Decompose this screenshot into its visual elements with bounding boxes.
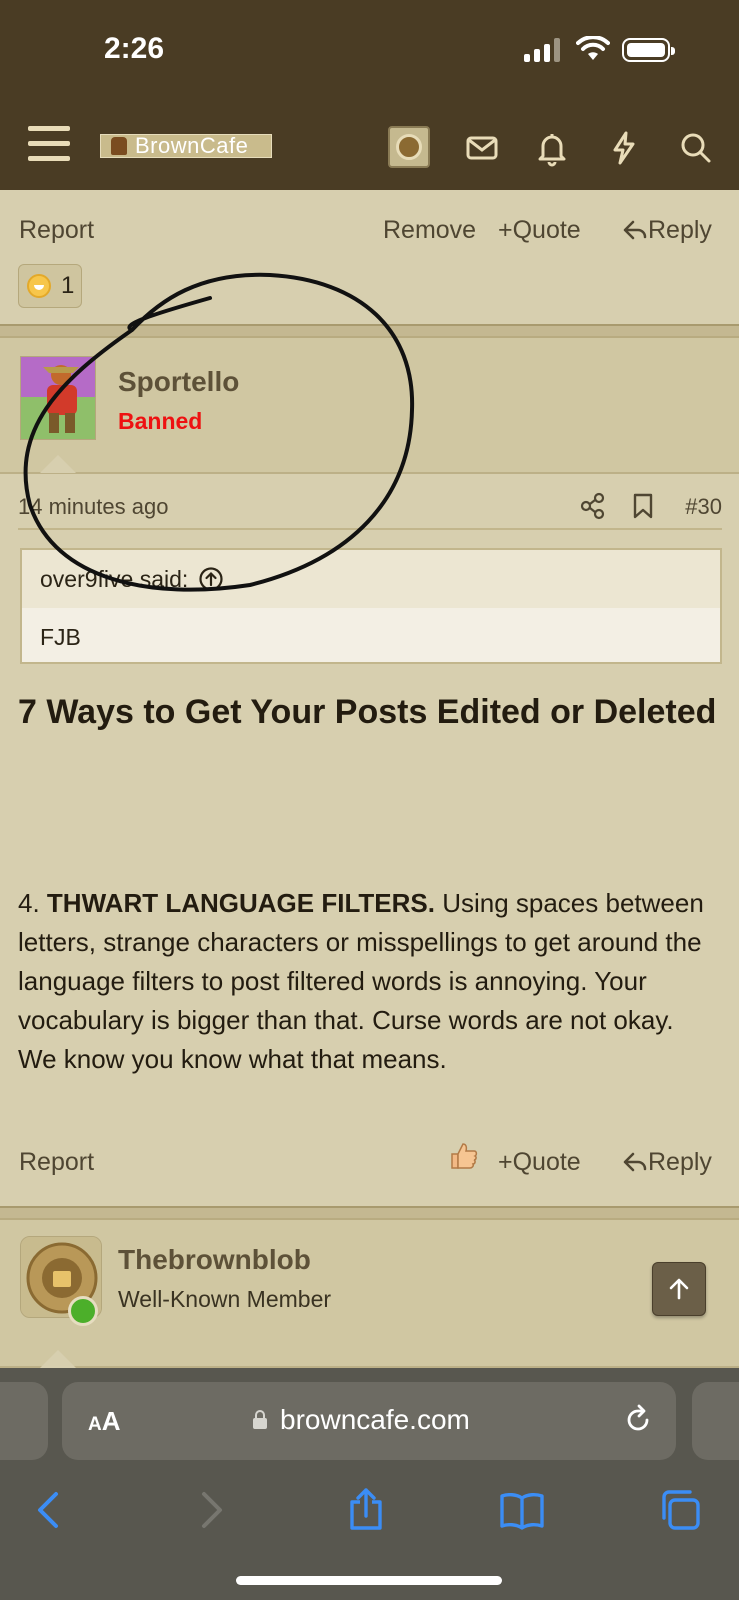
quote-block: over9five said: FJB (20, 548, 722, 664)
user-title: Banned (118, 408, 203, 434)
report-link[interactable]: Report (19, 1148, 94, 1177)
text-size-button[interactable]: AA (88, 1406, 121, 1437)
reply-icon (623, 220, 647, 240)
arrow-up-icon (669, 1278, 689, 1300)
home-indicator (236, 1576, 502, 1585)
battery-icon (622, 38, 675, 62)
tabs-icon[interactable] (656, 1486, 704, 1534)
reply-link[interactable]: Reply (622, 1148, 712, 1177)
account-avatar[interactable] (388, 126, 430, 168)
user-avatar[interactable] (20, 356, 96, 440)
report-link[interactable]: Report (19, 216, 94, 245)
user-title: Well-Known Member (118, 1286, 332, 1312)
scroll-to-top-button[interactable] (652, 1262, 706, 1316)
username[interactable]: Sportello (118, 366, 239, 398)
plus-icon: + (498, 216, 513, 244)
next-post-user-block: Thebrownblob Well-Known Member (0, 1220, 739, 1368)
reaction-count: 1 (61, 272, 75, 299)
post-divider (0, 1206, 739, 1220)
previous-post-actions: Report Remove +Quote Reply (0, 216, 739, 256)
share-icon[interactable] (580, 492, 606, 520)
user-block-pointer (40, 455, 76, 473)
post-heading: 7 Ways to Get Your Posts Edited or Delet… (18, 693, 717, 731)
site-logo[interactable]: BrownCafe (100, 133, 272, 158)
inbox-icon[interactable] (462, 128, 502, 168)
bookmark-icon[interactable] (632, 492, 654, 520)
post-actions: Report +Quote Reply (0, 1143, 739, 1188)
browser-toolbar: AA browncafe.com (0, 1368, 739, 1600)
quote-label: Quote (512, 1148, 581, 1176)
forward-icon[interactable] (186, 1486, 234, 1534)
bookmarks-icon[interactable] (498, 1486, 546, 1534)
post-number[interactable]: #30 (685, 494, 722, 520)
post-meta: 14 minutes ago #30 (18, 492, 722, 530)
search-icon[interactable] (676, 128, 716, 168)
cellular-signal-icon (524, 38, 562, 62)
next-tab[interactable] (692, 1382, 739, 1460)
post-user-block: Sportello Banned (0, 338, 739, 474)
text-size-large: A (101, 1406, 121, 1436)
reload-icon[interactable] (622, 1404, 654, 1436)
quote-label: Quote (512, 216, 581, 244)
wifi-icon (576, 36, 610, 60)
address-host: browncafe.com (280, 1404, 470, 1435)
status-time: 2:26 (104, 32, 165, 65)
text-size-small: A (88, 1414, 102, 1435)
quote-link[interactable]: +Quote (498, 216, 581, 245)
arrow-up-circle-icon (199, 567, 223, 591)
rule-number: 4. (18, 888, 47, 918)
online-status-icon (68, 1296, 98, 1326)
site-logo-text: BrownCafe (135, 133, 249, 158)
reply-link[interactable]: Reply (622, 216, 712, 245)
address-bar[interactable]: AA browncafe.com (62, 1382, 676, 1460)
menu-icon[interactable] (28, 126, 70, 162)
laugh-emoji-icon (27, 274, 51, 298)
post-time[interactable]: 14 minutes ago (18, 494, 168, 520)
previous-tab[interactable] (0, 1382, 48, 1460)
back-icon[interactable] (26, 1486, 74, 1534)
reaction-summary[interactable]: 1 (18, 264, 82, 308)
rule-title: THWART LANGUAGE FILTERS. (46, 888, 435, 918)
bell-icon[interactable] (532, 128, 572, 168)
quote-author: over9five said: (40, 565, 189, 592)
quote-text: FJB (40, 624, 81, 650)
plus-icon: + (498, 1148, 513, 1176)
mascot-icon (111, 137, 127, 155)
share-icon[interactable] (342, 1486, 390, 1534)
reply-icon (623, 1152, 647, 1172)
reply-label: Reply (648, 216, 712, 244)
user-block-pointer (40, 1350, 76, 1368)
remove-link[interactable]: Remove (383, 216, 476, 245)
thumbs-up-icon[interactable] (448, 1140, 480, 1172)
post-body: 4. THWART LANGUAGE FILTERS. Using spaces… (18, 884, 718, 1079)
quote-link[interactable]: +Quote (498, 1148, 581, 1177)
lightning-icon[interactable] (604, 128, 644, 168)
lock-icon (253, 1410, 267, 1429)
username[interactable]: Thebrownblob (118, 1244, 311, 1276)
post-divider (0, 324, 739, 338)
site-header: 2:26 BrownCafe (0, 0, 739, 190)
quote-header[interactable]: over9five said: (22, 550, 720, 608)
reply-label: Reply (648, 1148, 712, 1176)
